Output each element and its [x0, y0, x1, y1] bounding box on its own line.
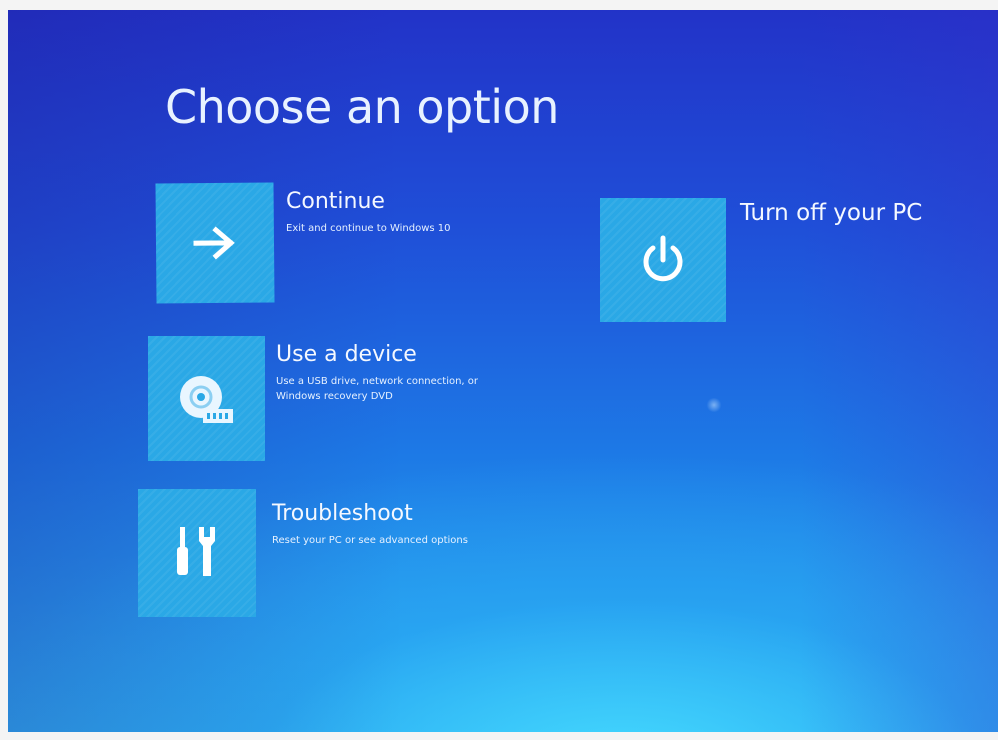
use-device-label-block: Use a device Use a USB drive, network co…: [276, 342, 478, 404]
continue-label-block: Continue Exit and continue to Windows 10: [286, 189, 451, 236]
use-device-title: Use a device: [276, 342, 417, 367]
turn-off-option[interactable]: Turn off your PC: [600, 198, 960, 328]
troubleshoot-label-block: Troubleshoot Reset your PC or see advanc…: [272, 501, 468, 548]
use-device-tile[interactable]: [148, 336, 265, 461]
continue-title: Continue: [286, 189, 385, 214]
continue-option[interactable]: Continue Exit and continue to Windows 10: [155, 182, 556, 305]
troubleshoot-option[interactable]: Troubleshoot Reset your PC or see advanc…: [138, 489, 558, 621]
troubleshoot-tile[interactable]: [138, 489, 256, 617]
use-device-description: Use a USB drive, network connection, or …: [276, 376, 479, 402]
disc-device-icon: [175, 371, 239, 427]
troubleshoot-description: Reset your PC or see advanced options: [272, 535, 468, 546]
turn-off-title: Turn off your PC: [740, 200, 923, 226]
troubleshoot-title: Troubleshoot: [272, 501, 413, 526]
page-title: Choose an option: [165, 80, 559, 134]
continue-description: Exit and continue to Windows 10: [286, 223, 451, 234]
screen-glare: [706, 398, 722, 412]
turn-off-label-block: Turn off your PC: [740, 200, 922, 226]
tools-icon: [172, 523, 222, 583]
power-icon: [639, 234, 687, 286]
turn-off-tile[interactable]: [600, 198, 726, 322]
use-device-option[interactable]: Use a device Use a USB drive, network co…: [148, 336, 568, 466]
continue-tile[interactable]: [155, 182, 275, 304]
recovery-screen: Choose an option Continue Exit and conti…: [8, 10, 998, 732]
arrow-right-icon: [192, 225, 238, 261]
